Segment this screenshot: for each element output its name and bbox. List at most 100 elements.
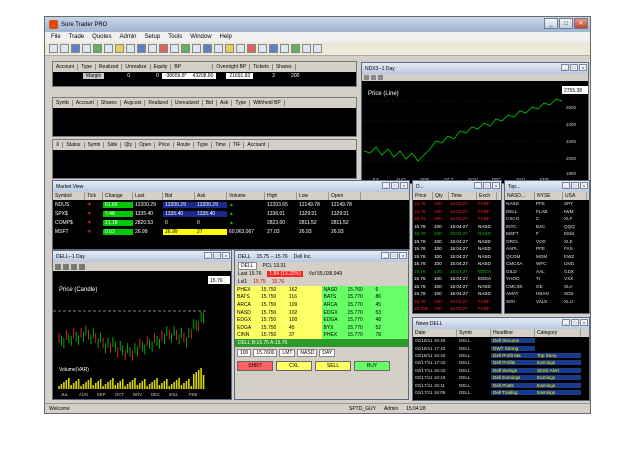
orders-col-qty[interactable]: Qty	[121, 142, 137, 148]
toolbar-button-12[interactable]	[170, 44, 179, 53]
ts-col-exch[interactable]: Exch	[477, 192, 497, 200]
minimize-button[interactable]: _	[544, 18, 558, 29]
list-item[interactable]: MSFT F EEM	[505, 230, 589, 238]
orders-col-status[interactable]: Status	[63, 142, 85, 148]
table-row[interactable]: EDGX 15.750 100	[235, 316, 322, 324]
menu-help[interactable]: Help	[220, 34, 232, 40]
list-item[interactable]: DELL FLAB IWM	[505, 208, 589, 216]
orders-col-time[interactable]: Time	[212, 142, 230, 148]
list-item[interactable]: 02/18/11 16:40 DELL Dell Profit Ma Top Stor…	[413, 352, 589, 359]
ts-maximize-button[interactable]: □	[483, 182, 491, 189]
table-row[interactable]: SPX$ ▼ 7.48 1335.40 1335.40 1335.40 ▲ 13…	[53, 209, 409, 218]
account-col-unrealize[interactable]: Unrealize	[122, 64, 151, 70]
table-row[interactable]: MSFT ▼ 0.03 26.99 26.99 27 60,963,067 27…	[53, 227, 409, 236]
list-item[interactable]: AMAT HBAN SDS	[505, 290, 589, 298]
ndx-close-button[interactable]: x	[579, 64, 587, 71]
list-item[interactable]: 15.755 100 15:04:27 FADF	[413, 305, 501, 313]
ndx-tool-icon[interactable]	[371, 75, 376, 80]
list-item[interactable]: SIRI VALE XLU	[505, 298, 589, 306]
table-row[interactable]: EDGA 15.770 48	[322, 316, 409, 324]
news-col-headline[interactable]: Headline	[491, 329, 535, 337]
ndx-chart-titlebar[interactable]: NDX3--1 Day _ □ x	[362, 63, 588, 74]
ndx-maximize-button[interactable]: □	[570, 64, 578, 71]
positions-col-withheld-bp[interactable]: Withheld BP	[250, 100, 285, 106]
dell-chart-close-button[interactable]: x	[222, 252, 230, 259]
toolbar-button-5[interactable]	[93, 44, 102, 53]
account-row[interactable]: Margin 0 0 -38659.8* 43208.80 21691.83 2…	[53, 72, 356, 80]
menu-quotes[interactable]: Quotes	[92, 34, 111, 40]
list-item[interactable]: 15.78 100 15:04:27 EDGX	[413, 268, 501, 276]
top-list-close-button[interactable]: x	[580, 182, 588, 189]
positions-col-avgcost[interactable]: Avgcost	[121, 100, 146, 106]
mv-col-change[interactable]: Change	[103, 192, 133, 200]
mv-col-bid[interactable]: Bid	[163, 192, 195, 200]
mv-col-ask[interactable]: Ask	[195, 192, 227, 200]
mv-col-symbol[interactable]: Symbol	[53, 192, 85, 200]
positions-col-unrealized[interactable]: Unrealized	[172, 100, 203, 106]
market-view-maximize-button[interactable]: □	[391, 182, 399, 189]
orders-col-open[interactable]: Open	[136, 142, 156, 148]
list-item[interactable]: NASD PFE SPY	[505, 200, 589, 208]
list-item[interactable]: 02/17/11 17:33 DELL Dell Profits Earnings	[413, 359, 589, 366]
mv-col-last[interactable]: Last	[133, 192, 163, 200]
news-col-date[interactable]: Date	[413, 329, 457, 337]
dell-tool-icon[interactable]	[79, 263, 85, 270]
mv-col-tick[interactable]: Tick	[85, 192, 103, 200]
list-item[interactable]: 15.76 100 15:04:27 NASD	[413, 245, 501, 253]
menu-file[interactable]: File	[51, 34, 61, 40]
news-minimize-button[interactable]: _	[562, 319, 570, 326]
toolbar-button-1[interactable]	[49, 44, 58, 53]
table-row[interactable]: COMP$ ▼ 21.18 2820.53 0 0 ▲ 2823.00 2811…	[53, 218, 409, 227]
maximize-button[interactable]: □	[559, 18, 573, 29]
toolbar-button-13[interactable]	[181, 44, 190, 53]
toolbar-button-22[interactable]	[280, 44, 289, 53]
list-item[interactable]: 15.76 100 15:04:27 FADF	[413, 298, 501, 306]
ndx-tool-icon[interactable]	[378, 75, 383, 80]
list-item[interactable]: 15.76 100 15:04:27 NASD	[413, 223, 501, 231]
toolbar-button-18[interactable]	[236, 44, 245, 53]
top-list-minimize-button[interactable]: _	[562, 182, 570, 189]
list-item[interactable]: 15.76 100 15:04:27 NASD	[413, 253, 501, 261]
toolbar-button-8[interactable]	[126, 44, 135, 53]
time-sales-titlebar[interactable]: D... _ □ x	[413, 181, 501, 192]
account-col-shares[interactable]: Shares	[273, 64, 296, 70]
dell-chart-canvas[interactable]: Price (Candle) 15.76 Volume(VAR) JUL AUG…	[53, 271, 232, 399]
table-row[interactable]: ARCA 15.770 45	[322, 301, 409, 309]
account-col-tickets[interactable]: Tickets	[250, 64, 273, 70]
ndx-chart-canvas[interactable]: Price (Line) 2755.38 2600 2400 2200 2000…	[362, 81, 589, 184]
level2-symbol-input[interactable]: DELL	[238, 262, 257, 270]
list-item[interactable]: 15.76 100 15:04:27 NASD	[413, 290, 501, 298]
list-item[interactable]: AAPL PFE FAS	[505, 245, 589, 253]
news-col-category[interactable]: Category	[535, 329, 581, 337]
ndx-tool-icon[interactable]	[364, 75, 369, 80]
list-item[interactable]: 02/17/11 16:05 DELL Dell Trading Earnings	[413, 389, 589, 396]
toolbar-button-4[interactable]	[82, 44, 91, 53]
account-col-realized[interactable]: Realized	[96, 64, 123, 70]
toolbar-button-23[interactable]	[291, 44, 300, 53]
market-view-titlebar[interactable]: Market View _ □ x	[53, 181, 409, 192]
orders-col-route[interactable]: Route	[174, 142, 195, 148]
list-item[interactable]: 15.7810015:04:27FADF	[413, 313, 501, 314]
toolbar-button-14[interactable]	[192, 44, 201, 53]
table-row[interactable]: NDUS ▼ 61.65 12200.29 12200.29 12200.29 …	[53, 200, 409, 209]
news-maximize-button[interactable]: □	[571, 319, 579, 326]
mv-col-open[interactable]: Open	[329, 192, 361, 200]
top-list-titlebar[interactable]: Top... _ □ x	[505, 181, 589, 192]
positions-col-symb[interactable]: Symb	[53, 100, 73, 106]
list-item[interactable]: YHOO TI VXX	[505, 275, 589, 283]
news-close-button[interactable]: x	[580, 319, 588, 326]
toolbar-button-21[interactable]	[269, 44, 278, 53]
list-item[interactable]: CMCSK GE SLV	[505, 283, 589, 291]
table-row[interactable]: BATS 15.750 116	[235, 294, 322, 302]
list-item[interactable]: 02/18/11 17:42 DELL DWT Strong	[413, 344, 589, 351]
list-item[interactable]: CSCO C XLF	[505, 215, 589, 223]
mv-col-low[interactable]: Low	[297, 192, 329, 200]
list-item[interactable]: 15.76 100 15:04:27 NASD	[413, 238, 501, 246]
account-col-overnight-bp[interactable]: Overnight BP	[213, 64, 251, 70]
toolbar-button-9[interactable]	[137, 44, 146, 53]
level2-close-button[interactable]: x	[399, 252, 407, 259]
menu-window[interactable]: Window	[190, 34, 211, 40]
toolbar-button-11[interactable]	[159, 44, 168, 53]
orders-col-type[interactable]: Type	[194, 142, 212, 148]
buy-button[interactable]: BUY	[354, 361, 390, 372]
